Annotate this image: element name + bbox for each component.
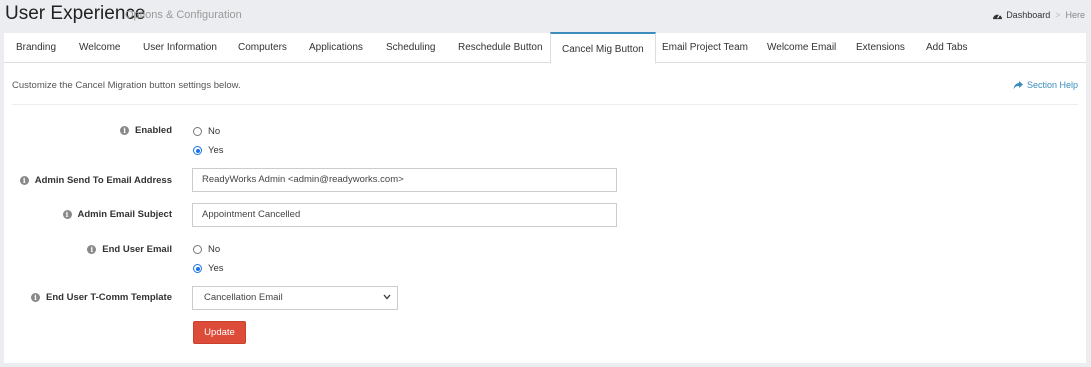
template-select-value: Cancellation Email xyxy=(204,292,283,303)
section-help-link[interactable]: Section Help xyxy=(1013,80,1078,90)
admin-send-to-input[interactable]: ReadyWorks Admin <admin@readyworks.com> xyxy=(192,168,617,192)
admin-subject-input[interactable]: Appointment Cancelled xyxy=(192,203,617,227)
settings-panel: Branding Welcome User Information Comput… xyxy=(4,32,1086,363)
intro-text: Customize the Cancel Migration button se… xyxy=(12,80,241,91)
tab-computers[interactable]: Computers xyxy=(238,33,287,63)
enabled-radio-no[interactable]: No xyxy=(193,126,220,137)
section-help-label: Section Help xyxy=(1026,80,1078,90)
enabled-label: i Enabled xyxy=(120,125,172,136)
tab-user-information[interactable]: User Information xyxy=(143,33,217,63)
end-user-email-label: i End User Email xyxy=(87,244,172,255)
info-icon: i xyxy=(87,245,97,254)
breadcrumb: Dashboard > Here xyxy=(992,10,1085,20)
admin-send-to-label-text: Admin Send To Email Address xyxy=(34,175,172,186)
info-icon: i xyxy=(31,293,40,302)
tab-add-tabs[interactable]: Add Tabs xyxy=(926,33,968,63)
tab-cancel-mig-button[interactable]: Cancel Mig Button xyxy=(550,32,656,64)
info-icon: i xyxy=(120,126,130,135)
tab-reschedule-button[interactable]: Reschedule Button xyxy=(458,33,543,63)
radio-label: No xyxy=(208,244,221,255)
breadcrumb-dashboard-link[interactable]: Dashboard xyxy=(1006,10,1050,20)
admin-subject-label-text: Admin Email Subject xyxy=(77,209,173,220)
dashboard-icon xyxy=(993,13,1003,19)
tab-welcome-email[interactable]: Welcome Email xyxy=(767,33,836,63)
end-user-email-label-text: End User Email xyxy=(102,244,172,255)
update-button[interactable]: Update xyxy=(193,321,246,344)
radio-button-checked[interactable] xyxy=(193,264,202,273)
breadcrumb-current: Here xyxy=(1065,10,1085,20)
tab-scheduling[interactable]: Scheduling xyxy=(386,33,435,63)
radio-label: Yes xyxy=(208,263,224,274)
admin-subject-label: i Admin Email Subject xyxy=(62,209,173,220)
divider xyxy=(12,104,1078,105)
radio-button-checked[interactable] xyxy=(193,146,202,155)
page-subtitle: Options & Configuration xyxy=(125,9,242,21)
template-select[interactable]: Cancellation Email xyxy=(192,286,398,310)
tab-bar: Branding Welcome User Information Comput… xyxy=(4,32,1086,64)
page-header: User Experience Options & Configuration … xyxy=(0,0,1091,30)
tab-applications[interactable]: Applications xyxy=(309,33,363,63)
admin-send-to-label: i Admin Send To Email Address xyxy=(19,175,172,186)
info-icon: i xyxy=(62,210,72,219)
radio-button[interactable] xyxy=(193,245,202,254)
enabled-radio-yes[interactable]: Yes xyxy=(193,145,224,156)
radio-label: Yes xyxy=(208,145,224,156)
end-user-email-radio-yes[interactable]: Yes xyxy=(193,263,224,274)
tab-email-project-team[interactable]: Email Project Team xyxy=(662,33,748,63)
radio-button[interactable] xyxy=(193,127,202,136)
tab-extensions[interactable]: Extensions xyxy=(856,33,905,63)
breadcrumb-separator: > xyxy=(1055,10,1061,20)
chevron-down-icon xyxy=(383,294,391,300)
template-label: i End User T-Comm Template xyxy=(31,292,172,303)
enabled-label-text: Enabled xyxy=(135,125,172,136)
end-user-email-radio-no[interactable]: No xyxy=(193,244,220,255)
radio-label: No xyxy=(208,126,221,137)
tab-branding[interactable]: Branding xyxy=(16,33,56,63)
template-label-text: End User T-Comm Template xyxy=(46,292,172,303)
tab-welcome[interactable]: Welcome xyxy=(79,33,121,63)
info-icon: i xyxy=(19,176,29,185)
share-icon xyxy=(1013,80,1023,89)
